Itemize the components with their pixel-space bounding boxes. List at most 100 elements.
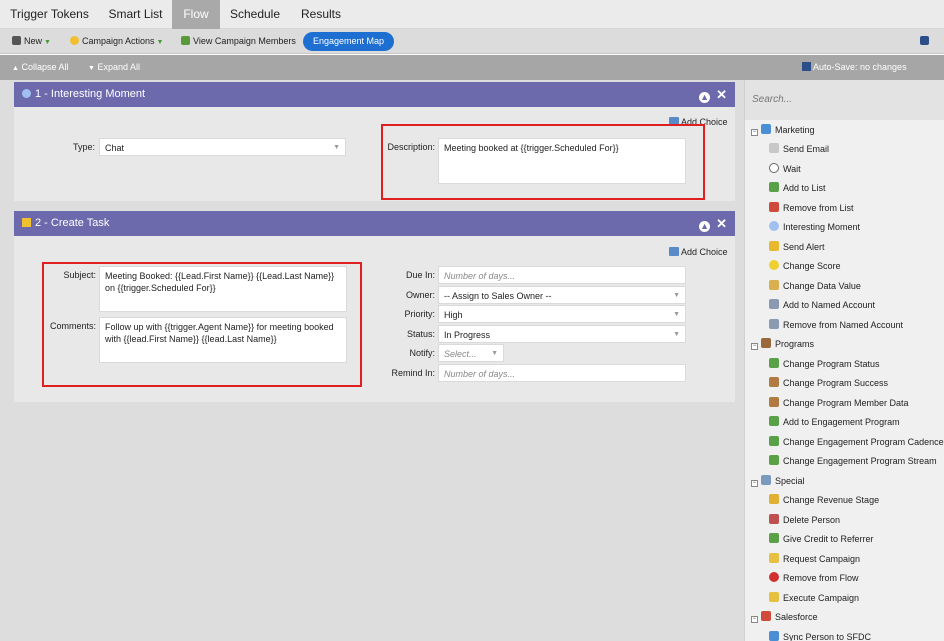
tree-item-sync-person-to-sfdc[interactable]: Sync Person to SFDC <box>769 628 871 641</box>
item-label: Change Engagement Program Cadence <box>783 437 944 447</box>
marketing-icon <box>761 124 771 134</box>
tree-item-change-score[interactable]: Change Score <box>769 257 841 276</box>
step-header[interactable]: 2 - Create Task ▲ ✕ <box>14 211 735 236</box>
tree-item-send-alert[interactable]: Send Alert <box>769 238 825 257</box>
status-select[interactable]: In Progress ▼ <box>438 325 686 343</box>
tab-schedule[interactable]: Schedule <box>220 0 290 29</box>
tree-item-delete-person[interactable]: Delete Person <box>769 511 840 530</box>
priority-select[interactable]: High ▼ <box>438 305 686 323</box>
tree-item-change-engagement-cadence[interactable]: Change Engagement Program Cadence <box>769 433 944 452</box>
campaign-actions-label: Campaign Actions <box>82 36 155 46</box>
print-button[interactable] <box>920 29 932 54</box>
tree-item-change-program-member-data[interactable]: Change Program Member Data <box>769 394 909 413</box>
chevron-down-icon: ▼ <box>44 39 51 46</box>
special-icon <box>761 475 771 485</box>
expand-all-button[interactable]: ▼ Expand All <box>88 55 140 80</box>
item-label: Change Score <box>783 261 841 271</box>
tree-item-change-data-value[interactable]: Change Data Value <box>769 277 861 296</box>
view-campaign-members-button[interactable]: View Campaign Members <box>181 29 296 54</box>
collapse-toggle-icon[interactable]: − <box>751 343 758 350</box>
tab-flow[interactable]: Flow <box>172 0 220 29</box>
add-list-icon <box>769 182 779 192</box>
collapse-all-button[interactable]: ▲ Collapse All <box>12 55 68 80</box>
item-label: Give Credit to Referrer <box>783 534 874 544</box>
collapse-icon: ▲ <box>12 65 19 72</box>
search-input[interactable]: Search... <box>745 80 944 120</box>
move-up-icon[interactable]: ▲ <box>699 92 711 103</box>
due-in-field[interactable]: Number of days... <box>438 266 686 284</box>
flow-actions-sidebar: Search... − Marketing Send Email Wait Add… <box>744 80 944 641</box>
remove-list-icon <box>769 202 779 212</box>
tree-item-remove-from-named-account[interactable]: Remove from Named Account <box>769 316 903 335</box>
type-select[interactable]: Chat ▼ <box>99 138 346 156</box>
tree-item-execute-campaign[interactable]: Execute Campaign <box>769 589 859 608</box>
close-icon[interactable]: ✕ <box>716 216 727 231</box>
tree-item-interesting-moment[interactable]: Interesting Moment <box>769 218 860 237</box>
add-choice-label: Add Choice <box>681 247 728 257</box>
expand-icon: ▼ <box>88 65 95 72</box>
add-choice-button[interactable]: Add Choice <box>669 247 728 257</box>
tree-item-add-to-named-account[interactable]: Add to Named Account <box>769 296 875 315</box>
item-label: Change Engagement Program Stream <box>783 456 937 466</box>
notify-select[interactable]: Select... ▼ <box>438 344 504 362</box>
owner-value: -- Assign to Sales Owner -- <box>444 291 552 301</box>
owner-label: Owner: <box>405 290 435 300</box>
lightbulb-icon <box>70 36 79 45</box>
tree-item-wait[interactable]: Wait <box>769 160 801 179</box>
step-title: 2 - Create Task <box>35 217 110 229</box>
tree-group-marketing[interactable]: − Marketing <box>751 121 815 140</box>
account-icon <box>769 299 779 309</box>
campaign-actions-button[interactable]: Campaign Actions ▼ <box>70 29 163 54</box>
owner-select[interactable]: -- Assign to Sales Owner -- ▼ <box>438 286 686 304</box>
group-label: Marketing <box>775 125 815 135</box>
step-header[interactable]: 1 - Interesting Moment ▲ ✕ <box>14 82 735 107</box>
remind-in-placeholder: Number of days... <box>444 369 516 379</box>
tree-item-change-revenue-stage[interactable]: Change Revenue Stage <box>769 491 879 510</box>
tree-group-special[interactable]: − Special <box>751 472 805 491</box>
collapse-toggle-icon[interactable]: − <box>751 480 758 487</box>
item-label: Interesting Moment <box>783 222 861 232</box>
new-label: New <box>24 36 43 46</box>
tree-item-change-program-success[interactable]: Change Program Success <box>769 374 888 393</box>
tree-item-request-campaign[interactable]: Request Campaign <box>769 550 860 569</box>
tree-item-change-engagement-stream[interactable]: Change Engagement Program Stream <box>769 452 937 471</box>
tab-results[interactable]: Results <box>290 0 352 29</box>
chat-bubble-icon <box>22 89 31 98</box>
item-label: Execute Campaign <box>783 593 860 603</box>
tree-item-give-credit[interactable]: Give Credit to Referrer <box>769 530 874 549</box>
chevron-down-icon: ▼ <box>673 292 680 299</box>
members-icon <box>181 36 190 45</box>
autosave-label: Auto-Save: no changes <box>813 62 907 72</box>
tree-item-remove-from-flow[interactable]: Remove from Flow <box>769 569 859 588</box>
account-icon <box>769 319 779 329</box>
move-up-icon[interactable]: ▲ <box>699 221 711 232</box>
engagement-map-button[interactable]: Engagement Map <box>303 32 395 51</box>
tree-item-send-email[interactable]: Send Email <box>769 140 829 159</box>
chevron-down-icon: ▼ <box>333 144 340 151</box>
new-icon <box>12 36 21 45</box>
collapse-toggle-icon[interactable]: − <box>751 129 758 136</box>
add-choice-icon <box>669 247 679 256</box>
sync-icon <box>769 631 779 641</box>
collapse-toggle-icon[interactable]: − <box>751 616 758 623</box>
tree-item-add-to-list[interactable]: Add to List <box>769 179 826 198</box>
alert-icon <box>769 241 779 251</box>
view-members-label: View Campaign Members <box>193 36 296 46</box>
chevron-down-icon: ▼ <box>156 39 164 46</box>
tab-smart-list[interactable]: Smart List <box>99 0 172 29</box>
engagement-icon <box>769 455 779 465</box>
remind-in-field[interactable]: Number of days... <box>438 364 686 382</box>
tree-item-remove-from-list[interactable]: Remove from List <box>769 199 854 218</box>
tree-item-change-program-status[interactable]: Change Program Status <box>769 355 880 374</box>
tree-group-salesforce[interactable]: − Salesforce <box>751 608 818 627</box>
tree-group-programs[interactable]: − Programs <box>751 335 814 354</box>
tree-item-add-to-engagement-program[interactable]: Add to Engagement Program <box>769 413 900 432</box>
group-label: Special <box>775 476 805 486</box>
tab-trigger-tokens[interactable]: Trigger Tokens <box>0 0 99 29</box>
notify-label: Notify: <box>409 348 435 358</box>
new-button[interactable]: New ▼ <box>12 29 51 54</box>
status-icon <box>769 358 779 368</box>
programs-icon <box>761 338 771 348</box>
revenue-icon <box>769 494 779 504</box>
close-icon[interactable]: ✕ <box>716 87 727 102</box>
